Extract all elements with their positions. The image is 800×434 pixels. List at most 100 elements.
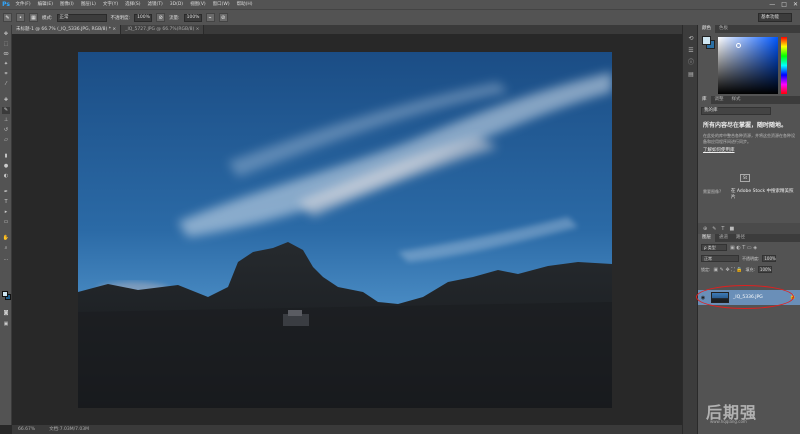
flow-input[interactable]: 100% xyxy=(183,13,202,22)
menu-image[interactable]: 图像(I) xyxy=(56,0,77,9)
lock-options-icon[interactable]: ▣ ✎ ✥ ⛶ 🔒 xyxy=(713,267,742,273)
shape-tool-icon[interactable]: ▭ xyxy=(2,219,10,226)
mode-select[interactable]: 正常 xyxy=(56,13,107,22)
doc-size[interactable]: 文档:7.03M/7.03M xyxy=(49,425,89,434)
options-bar: ✎ • ▦ 模式: 正常 不透明度: 100% ⊘ 流量: 100% ⌁ ⊘ 基… xyxy=(0,9,800,25)
pressure-size-icon[interactable]: ⊘ xyxy=(218,13,228,22)
tab-channels[interactable]: 通道 xyxy=(715,234,732,242)
opacity-input[interactable]: 100% xyxy=(134,13,153,22)
workspace-select[interactable]: 基本功能 xyxy=(758,13,792,22)
text-style-icon[interactable]: T xyxy=(721,226,724,232)
zoom-level[interactable]: 66.67% xyxy=(18,425,35,434)
minimize-button[interactable]: — xyxy=(769,0,775,9)
color-panel xyxy=(698,33,800,96)
pressure-opacity-icon[interactable]: ⊘ xyxy=(156,13,166,22)
layer-kind-select[interactable]: ρ 类型 xyxy=(701,244,727,251)
tab-document-2[interactable]: _IQ_5727.JPG @ 66.7%(RGB/8) × xyxy=(121,25,205,34)
stock-badge: St xyxy=(740,174,750,182)
eraser-tool-icon[interactable]: ▱ xyxy=(2,137,10,144)
eyedropper-tool-icon[interactable]: ⁄ xyxy=(2,81,10,88)
ps-logo: Ps xyxy=(2,1,10,8)
tab-paths[interactable]: 路径 xyxy=(732,234,749,242)
crop-tool-icon[interactable]: ⌗ xyxy=(2,71,10,78)
tab-adjustments[interactable]: 调整 xyxy=(711,96,728,104)
tab-styles[interactable]: 样式 xyxy=(728,96,745,104)
healing-brush-tool-icon[interactable]: ✚ xyxy=(2,97,10,104)
brush-icon[interactable]: ✎ xyxy=(712,226,716,232)
history-brush-tool-icon[interactable]: ↺ xyxy=(2,127,10,134)
menu-3d[interactable]: 3D(D) xyxy=(166,0,186,9)
mode-label: 模式: xyxy=(42,15,53,21)
history-icon[interactable]: ⟲ xyxy=(686,35,696,43)
menu-help[interactable]: 帮助(H) xyxy=(233,0,256,9)
document-image[interactable] xyxy=(78,52,612,408)
window-controls: — □ ✕ xyxy=(769,0,798,9)
close-button[interactable]: ✕ xyxy=(793,0,798,9)
properties-icon[interactable]: ☰ xyxy=(686,47,696,55)
menu-select[interactable]: 选择(S) xyxy=(122,0,144,9)
brush-tool-icon[interactable]: ✎ xyxy=(2,107,10,114)
character-icon[interactable]: ▤ xyxy=(686,71,696,79)
color-picker-handle[interactable] xyxy=(736,43,741,48)
color-picker-field[interactable] xyxy=(718,37,778,94)
collapsed-panels-strip: ⟲ ☰ ⓘ ▤ xyxy=(682,25,698,434)
info-icon[interactable]: ⓘ xyxy=(686,59,696,67)
foreground-color-swatch[interactable] xyxy=(2,291,8,297)
canvas-area[interactable] xyxy=(12,34,682,425)
learn-libraries-link[interactable]: 了解如何使用库 xyxy=(698,144,800,153)
color-icon[interactable]: ■ xyxy=(729,226,734,232)
adobe-stock-link[interactable]: 在 Adobe Stock 中搜索精美照片 xyxy=(703,189,795,201)
brush-panel-icon[interactable]: ▦ xyxy=(29,13,38,22)
dodge-tool-icon[interactable]: ◐ xyxy=(2,173,10,180)
pen-tool-icon[interactable]: ✒ xyxy=(2,189,10,196)
hue-slider[interactable] xyxy=(781,37,787,94)
blur-tool-icon[interactable]: ● xyxy=(2,163,10,170)
panel-foreground-swatch[interactable] xyxy=(702,36,711,45)
layer-opacity-input[interactable]: 100% xyxy=(762,255,777,262)
tab-swatches[interactable]: 色板 xyxy=(715,25,732,33)
tab-layers[interactable]: 图层 xyxy=(698,234,715,242)
type-tool-icon[interactable]: T xyxy=(2,199,10,206)
brush-tool-preset-icon[interactable]: ✎ xyxy=(3,13,12,22)
menu-filter[interactable]: 滤镜(T) xyxy=(144,0,166,9)
airbrush-icon[interactable]: ⌁ xyxy=(205,13,215,22)
menu-window[interactable]: 窗口(W) xyxy=(209,0,233,9)
move-tool-icon[interactable]: ✥ xyxy=(2,31,10,38)
layer-blend-row: 正常 不透明度: 100% xyxy=(698,253,800,264)
library-title: 所有内容尽在掌握，随时随地。 xyxy=(703,122,788,129)
quick-select-tool-icon[interactable]: ✦ xyxy=(2,61,10,68)
library-description: 在此处的库中整合各种资源，并将这些资源在各种设备和应用程序间进行同步。 xyxy=(703,133,795,144)
screen-mode-icon[interactable]: ▣ xyxy=(2,321,10,328)
tab-document-1[interactable]: 未标题-1 @ 66.7% (_IQ_5336.JPG, RGB/8) * × xyxy=(12,25,122,34)
quick-mask-icon[interactable]: ◙ xyxy=(2,310,10,317)
more-tools-icon[interactable]: ⋯ xyxy=(2,257,10,264)
menu-edit[interactable]: 编辑(E) xyxy=(34,0,56,9)
hand-tool-icon[interactable]: ✋ xyxy=(2,235,10,242)
libraries-panel: 我的库 所有内容尽在掌握，随时随地。 在此处的库中整合各种资源，并将这些资源在各… xyxy=(698,107,800,223)
tab-color[interactable]: 颜色 xyxy=(698,25,715,33)
tools-panel: ✥ ⬚ ꝏ ✦ ⌗ ⁄ ✚ ✎ ⊥ ↺ ▱ ▮ ● ◐ ✒ T ▸ ▭ ✋ ⌕ … xyxy=(0,25,12,425)
layers-panel-tabs: 图层 通道 路径 xyxy=(698,234,800,242)
color-panel-tabs: 颜色 色板 xyxy=(698,25,800,33)
menu-layer[interactable]: 图层(L) xyxy=(77,0,99,9)
menu-type[interactable]: 文字(Y) xyxy=(99,0,121,9)
lasso-tool-icon[interactable]: ꝏ xyxy=(2,51,10,58)
right-panels: 颜色 色板 库 调整 样式 我的库 所有内容尽在掌握，随时随地。 在此处的库中整… xyxy=(696,25,800,434)
zoom-tool-icon[interactable]: ⌕ xyxy=(2,245,10,252)
layers-panel: ρ 类型 ▣ ◐ T ▭ ◈ 正常 不透明度: 100% 锁定: ▣ ✎ ✥ ⛶… xyxy=(696,242,800,309)
gradient-tool-icon[interactable]: ▮ xyxy=(2,153,10,160)
add-content-icon[interactable]: ⊕ xyxy=(703,226,707,232)
clone-stamp-tool-icon[interactable]: ⊥ xyxy=(2,117,10,124)
fill-input[interactable]: 100% xyxy=(757,266,772,273)
filter-pixel-icon[interactable]: ▣ ◐ T ▭ ◈ xyxy=(730,245,757,251)
blend-mode-select[interactable]: 正常 xyxy=(701,255,739,262)
menu-file[interactable]: 文件(F) xyxy=(12,0,34,9)
marquee-tool-icon[interactable]: ⬚ xyxy=(2,41,10,48)
tab-libraries[interactable]: 库 xyxy=(698,96,711,104)
menu-view[interactable]: 视图(V) xyxy=(187,0,210,9)
status-bar: 66.67% 文档:7.03M/7.03M xyxy=(12,425,682,434)
library-select[interactable]: 我的库 xyxy=(701,107,771,115)
brush-size-icon[interactable]: • xyxy=(16,13,25,22)
maximize-button[interactable]: □ xyxy=(781,0,787,9)
path-select-tool-icon[interactable]: ▸ xyxy=(2,209,10,216)
